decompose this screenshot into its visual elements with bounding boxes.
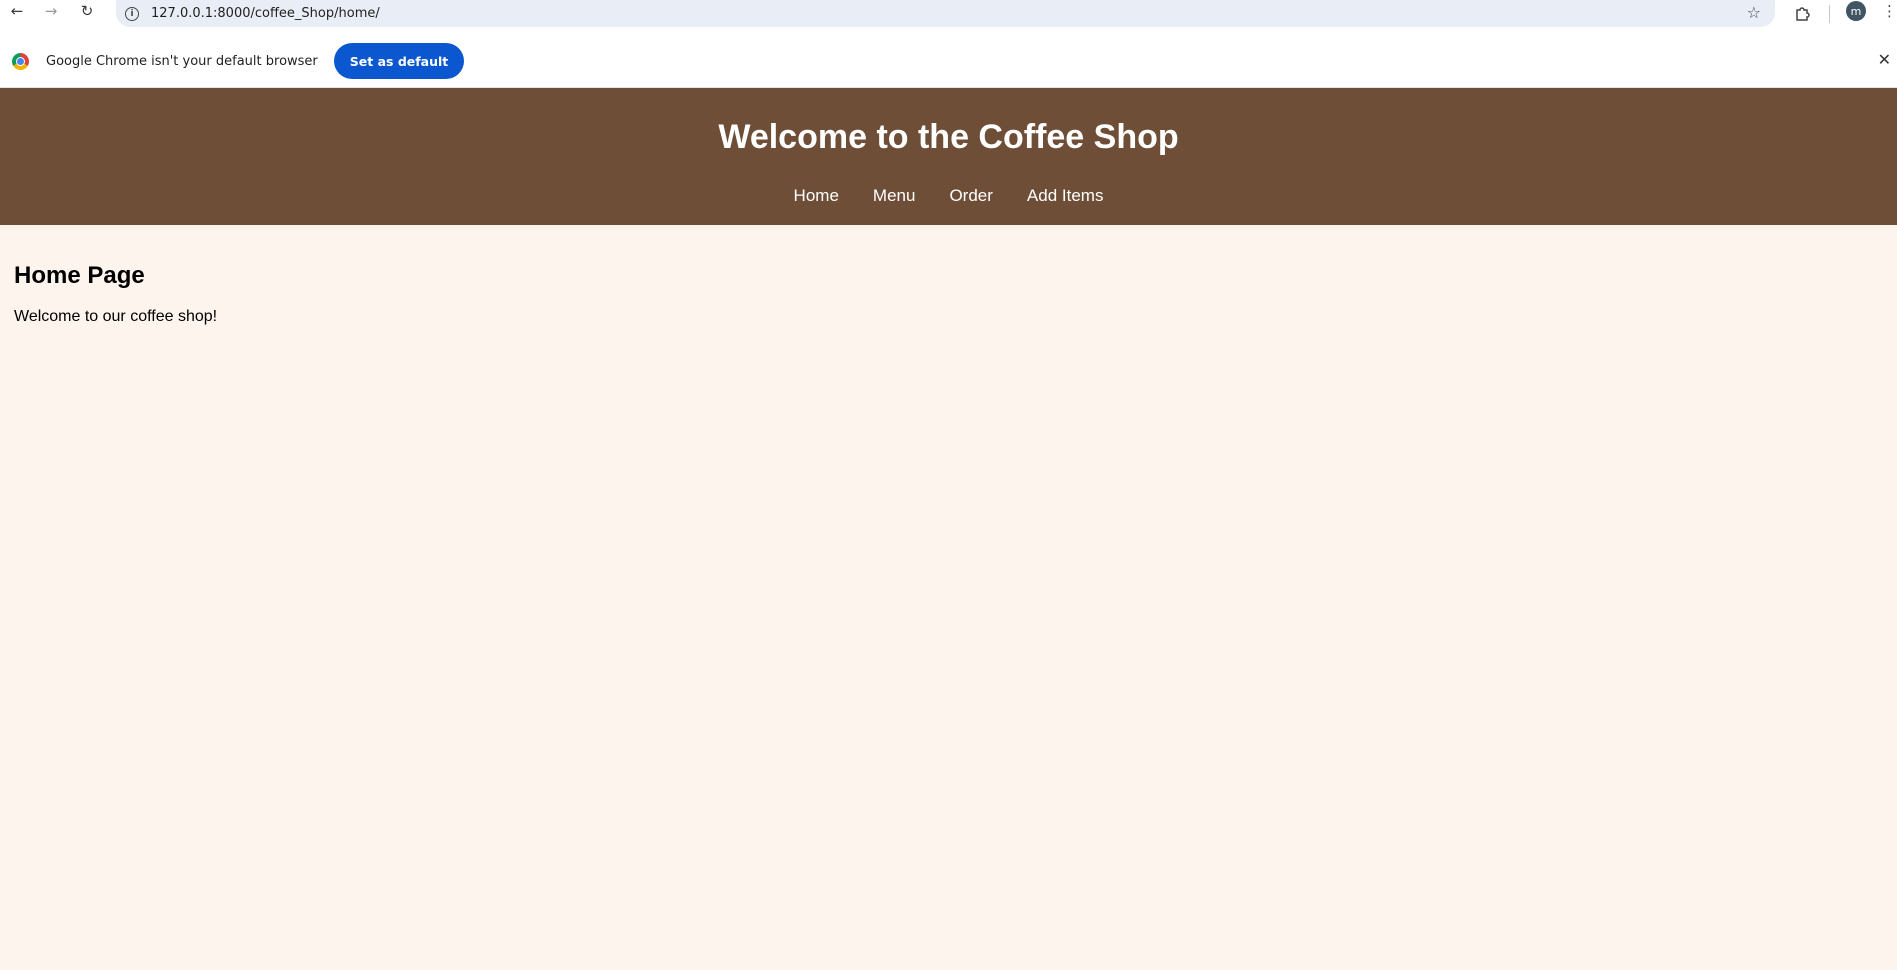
address-bar[interactable]: i 127.0.0.1:8000/coffee_Shop/home/ ☆	[116, 0, 1775, 27]
site-header: Welcome to the Coffee Shop Home Menu Ord…	[0, 88, 1897, 225]
infobar-message: Google Chrome isn't your default browser	[46, 53, 318, 69]
toolbar-divider	[1829, 5, 1830, 23]
close-icon[interactable]: ✕	[1878, 50, 1891, 69]
bookmark-star-icon[interactable]: ☆	[1747, 3, 1761, 22]
set-as-default-button[interactable]: Set as default	[333, 43, 465, 79]
welcome-text: Welcome to our coffee shop!	[14, 308, 218, 325]
arrow-left-icon: ←	[10, 2, 24, 20]
arrow-right-icon: →	[44, 2, 58, 20]
nav-link-home[interactable]: Home	[794, 186, 839, 206]
main-content: Home Page Welcome to our coffee shop!	[14, 262, 217, 326]
puzzle-icon	[1796, 6, 1810, 21]
forward-button[interactable]: →	[37, 0, 65, 25]
profile-avatar[interactable]: m	[1846, 1, 1866, 21]
reload-icon: ↻	[80, 2, 94, 20]
info-icon[interactable]: i	[125, 6, 139, 21]
nav-link-order[interactable]: Order	[949, 186, 992, 206]
browser-toolbar: ← → ↻ i 127.0.0.1:8000/coffee_Shop/home/…	[0, 0, 1897, 35]
back-button[interactable]: ←	[3, 0, 31, 25]
nav-link-menu[interactable]: Menu	[873, 186, 916, 206]
site-nav: Home Menu Order Add Items	[0, 186, 1897, 206]
chrome-logo-icon	[12, 52, 29, 70]
default-browser-infobar: Google Chrome isn't your default browser…	[0, 35, 1897, 88]
nav-link-add-items[interactable]: Add Items	[1027, 186, 1104, 206]
kebab-icon[interactable]: ⋮	[1882, 2, 1897, 20]
page-title: Home Page	[14, 262, 145, 289]
site-title: Welcome to the Coffee Shop	[718, 118, 1179, 156]
extensions-button[interactable]	[1790, 0, 1814, 27]
reload-button[interactable]: ↻	[73, 0, 101, 25]
url-text[interactable]: 127.0.0.1:8000/coffee_Shop/home/	[151, 6, 380, 21]
